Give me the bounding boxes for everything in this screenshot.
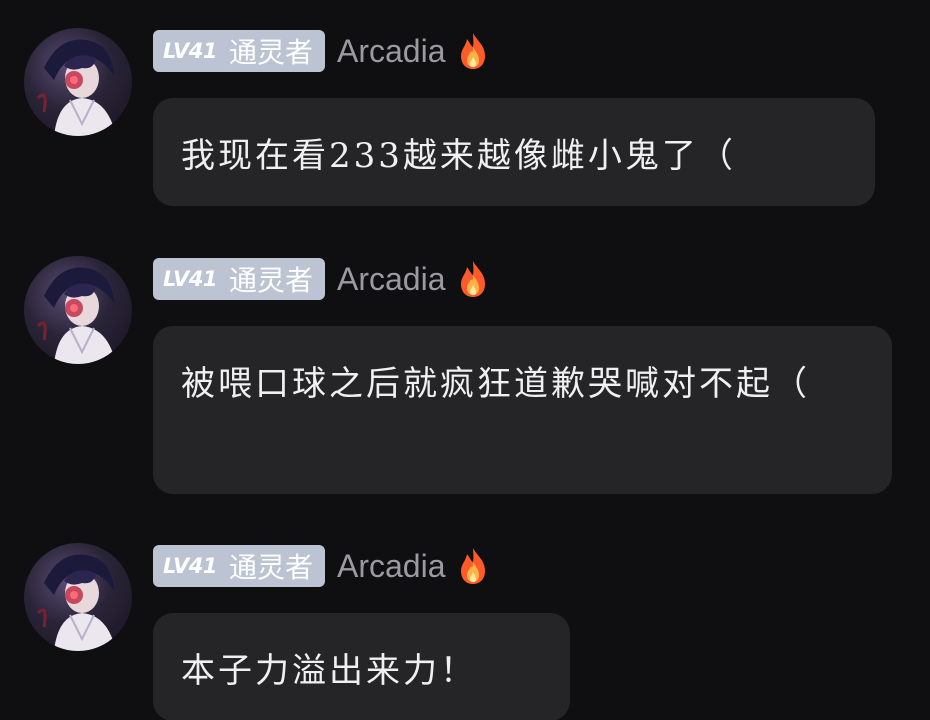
- level-label: LV41: [163, 554, 217, 578]
- message-bubble[interactable]: 我现在看233越来越像雌小鬼了（: [153, 98, 875, 206]
- user-level-badge[interactable]: LV41 通灵者: [153, 545, 325, 587]
- message-header: LV41 通灵者 Arcadia: [153, 30, 491, 72]
- message-bubble[interactable]: 本子力溢出来力！: [153, 613, 570, 720]
- user-level-badge[interactable]: LV41 通灵者: [153, 258, 325, 300]
- rank-label: 通灵者: [228, 264, 313, 297]
- username[interactable]: Arcadia: [337, 261, 446, 298]
- chat-feed: LV41 通灵者 Arcadia 我现在看233越来越像雌小鬼了（ LV41 通…: [0, 0, 930, 720]
- level-label: LV41: [163, 39, 217, 63]
- rank-label: 通灵者: [228, 551, 313, 584]
- level-label: LV41: [163, 267, 217, 291]
- username[interactable]: Arcadia: [337, 548, 446, 585]
- fire-icon: [461, 261, 486, 297]
- username[interactable]: Arcadia: [337, 33, 446, 70]
- avatar[interactable]: [24, 543, 132, 651]
- message-bubble[interactable]: 被喂口球之后就疯狂道歉哭喊对不起（: [153, 326, 892, 494]
- user-level-badge[interactable]: LV41 通灵者: [153, 30, 325, 72]
- message-header: LV41 通灵者 Arcadia: [153, 258, 491, 300]
- message-header: LV41 通灵者 Arcadia: [153, 545, 491, 587]
- fire-icon: [461, 33, 486, 69]
- avatar[interactable]: [24, 256, 132, 364]
- fire-icon: [461, 548, 486, 584]
- avatar[interactable]: [24, 28, 132, 136]
- rank-label: 通灵者: [228, 36, 313, 69]
